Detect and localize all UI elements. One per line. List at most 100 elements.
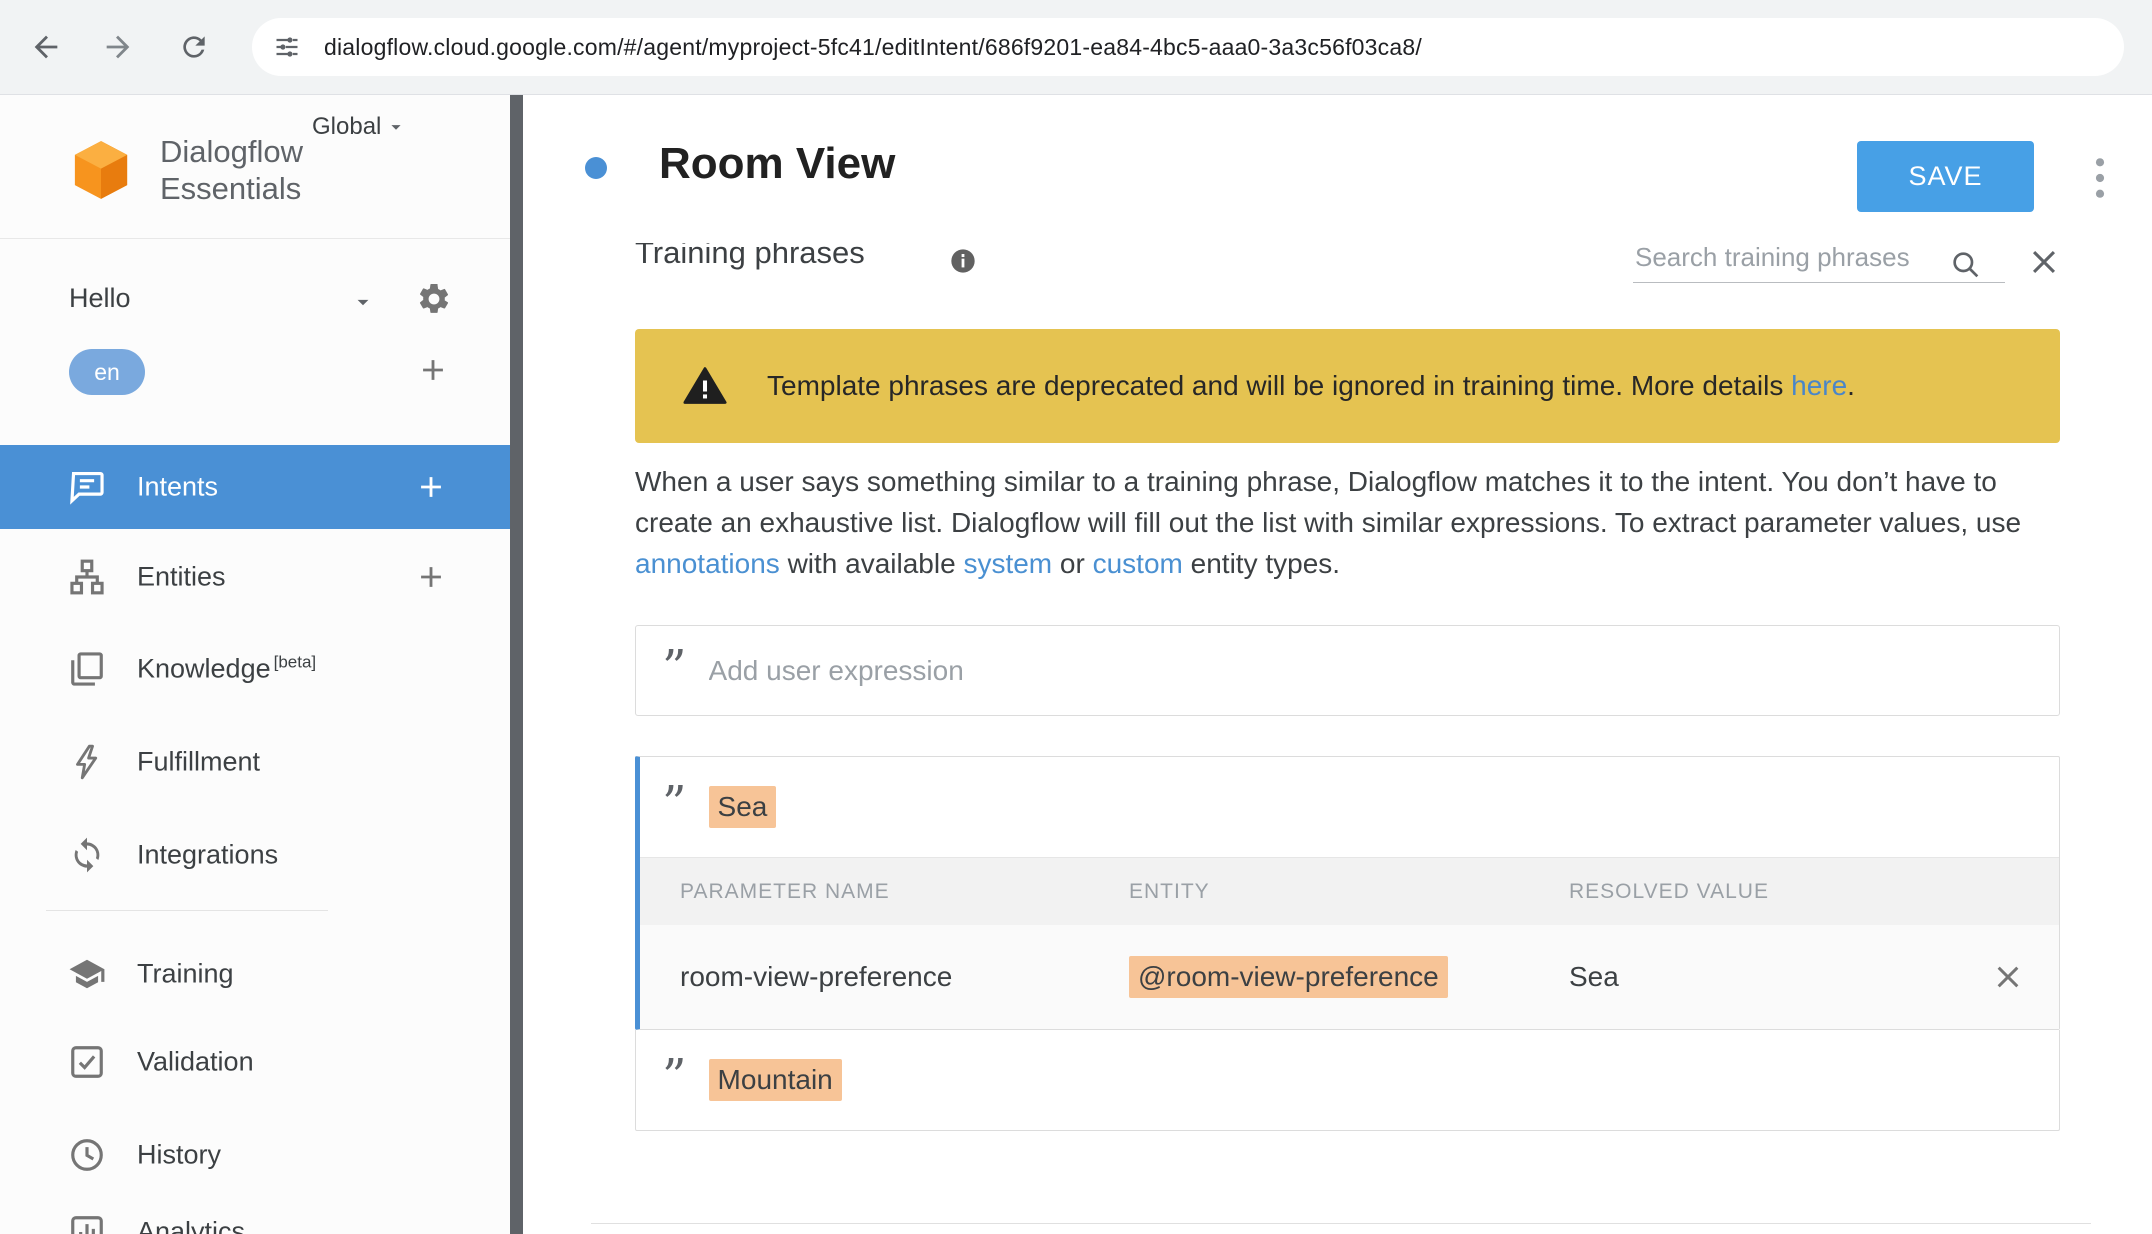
training-phrase-mountain-card: Mountain	[635, 1030, 2060, 1131]
sidebar-item-integrations[interactable]: Integrations	[0, 813, 510, 897]
sidebar-item-entities[interactable]: Entities	[0, 535, 510, 619]
sidebar-item-fulfillment[interactable]: Fulfillment	[0, 720, 510, 804]
sidebar-item-label: Training	[137, 959, 234, 990]
deprecation-warning-banner: Template phrases are deprecated and will…	[635, 329, 2060, 443]
browser-chrome: dialogflow.cloud.google.com/#/agent/mypr…	[0, 0, 2152, 95]
save-button[interactable]: SAVE	[1857, 141, 2034, 212]
section-title: Training phrases	[635, 243, 865, 271]
sidebar-item-label: Fulfillment	[137, 747, 260, 778]
system-entities-link[interactable]: system	[963, 548, 1052, 579]
agent-name[interactable]: Hello	[69, 283, 131, 314]
annotations-link[interactable]: annotations	[635, 548, 780, 579]
page-title: Room View	[659, 139, 895, 189]
brand-line2: Essentials	[160, 170, 303, 207]
desc-text-1: When a user says something similar to a …	[635, 466, 2021, 538]
history-clock-icon	[68, 1136, 106, 1174]
quote-icon	[662, 659, 687, 683]
add-language-button[interactable]	[416, 353, 450, 392]
close-section-icon[interactable]	[2027, 245, 2061, 279]
training-graduation-icon	[68, 955, 106, 993]
sidebar-item-analytics[interactable]: Analytics	[0, 1190, 510, 1234]
section-divider	[591, 1223, 2091, 1224]
dialogflow-logo-icon	[66, 137, 136, 203]
info-icon[interactable]	[949, 247, 977, 275]
sidebar-item-knowledge[interactable]: Knowledge[beta]	[0, 627, 510, 711]
sidebar-item-history[interactable]: History	[0, 1113, 510, 1197]
sidebar-item-training[interactable]: Training	[0, 932, 510, 1016]
remove-parameter-icon[interactable]	[1992, 961, 2024, 993]
warning-text: Template phrases are deprecated and will…	[767, 370, 1855, 402]
intent-status-dot	[585, 157, 607, 179]
url-text: dialogflow.cloud.google.com/#/agent/mypr…	[324, 34, 1422, 61]
quote-icon	[662, 1068, 687, 1092]
training-phrases-description: When a user says something similar to a …	[635, 461, 2040, 584]
region-label: Global	[312, 113, 381, 141]
phrase-chip-sea[interactable]: Sea	[709, 786, 777, 828]
agent-selector-row: Hello	[0, 273, 510, 329]
sidebar-item-validation[interactable]: Validation	[0, 1020, 510, 1104]
sidebar-item-label: History	[137, 1140, 221, 1171]
entity-chip[interactable]: @room-view-preference	[1129, 956, 1448, 998]
sidebar-scrollbar[interactable]	[510, 95, 523, 1234]
sidebar-item-label: Entities	[137, 562, 226, 593]
phrase-chip-mountain[interactable]: Mountain	[709, 1059, 842, 1101]
knowledge-text: Knowledge	[137, 654, 271, 684]
col-entity: ENTITY	[1129, 880, 1210, 904]
parameter-name-value: room-view-preference	[680, 961, 952, 993]
more-options-kebab-icon[interactable]	[2083, 153, 2117, 203]
browser-reload-button[interactable]	[170, 23, 218, 71]
search-icon	[1950, 249, 1982, 281]
browser-back-button[interactable]	[22, 23, 70, 71]
plus-icon	[416, 353, 450, 387]
col-resolved-value: RESOLVED VALUE	[1569, 880, 1769, 904]
plus-icon	[414, 560, 448, 594]
analytics-chart-icon	[68, 1213, 106, 1234]
brand: Dialogflow Essentials	[66, 133, 486, 207]
agent-settings-gear-icon[interactable]	[416, 281, 452, 322]
add-entity-button[interactable]	[414, 560, 448, 594]
sidebar-divider	[0, 238, 510, 239]
sidebar-item-label: Validation	[137, 1047, 254, 1078]
integrations-sync-icon	[68, 836, 106, 874]
intents-chat-icon	[68, 468, 106, 506]
desc-text-4: entity types.	[1183, 548, 1340, 579]
desc-text-3: or	[1052, 548, 1092, 579]
app-window: dialogflow.cloud.google.com/#/agent/mypr…	[0, 0, 2152, 1234]
language-badge[interactable]: en	[69, 349, 145, 395]
reload-icon	[178, 31, 210, 63]
validation-checkbox-icon	[68, 1043, 106, 1081]
site-info-icon[interactable]	[266, 26, 308, 68]
url-bar[interactable]: dialogflow.cloud.google.com/#/agent/mypr…	[252, 18, 2124, 76]
phrase-row: Sea	[640, 757, 2059, 857]
intent-header: Room View SAVE	[523, 95, 2152, 243]
plus-icon	[414, 470, 448, 504]
region-selector[interactable]: Global	[312, 113, 407, 141]
sidebar-item-label: Intents	[137, 472, 218, 503]
agent-chevron-down-icon[interactable]	[350, 289, 376, 320]
parameter-table-header: PARAMETER NAME ENTITY RESOLVED VALUE	[640, 857, 2059, 925]
parameter-table-row: room-view-preference @room-view-preferen…	[640, 925, 2059, 1029]
add-user-expression-box	[635, 625, 2060, 716]
sidebar-item-label: Knowledge[beta]	[137, 654, 316, 685]
beta-badge: [beta]	[274, 653, 317, 672]
add-intent-button[interactable]	[414, 470, 448, 504]
desc-text-2: with available	[780, 548, 964, 579]
add-user-expression-input[interactable]	[709, 655, 2059, 687]
browser-forward-button[interactable]	[94, 23, 142, 71]
brand-name: Dialogflow Essentials	[160, 133, 303, 207]
entities-tree-icon	[68, 558, 106, 596]
warning-here-link[interactable]: here	[1791, 370, 1847, 401]
custom-entities-link[interactable]: custom	[1093, 548, 1183, 579]
entity-chip-text[interactable]: @room-view-preference	[1129, 956, 1448, 998]
sidebar-item-label: Analytics	[137, 1217, 245, 1234]
forward-arrow-icon	[101, 30, 135, 64]
chevron-down-icon	[385, 116, 407, 138]
back-arrow-icon	[29, 30, 63, 64]
col-parameter-name: PARAMETER NAME	[680, 880, 890, 904]
sidebar-item-intents[interactable]: Intents	[0, 445, 510, 529]
training-phrase-sea-card: Sea PARAMETER NAME ENTITY RESOLVED VALUE…	[635, 756, 2060, 1030]
language-row: en	[0, 347, 510, 403]
warning-text-suffix: .	[1847, 370, 1855, 401]
sidebar-divider	[46, 910, 328, 911]
sidebar: Dialogflow Essentials Global Hello en	[0, 95, 523, 1234]
